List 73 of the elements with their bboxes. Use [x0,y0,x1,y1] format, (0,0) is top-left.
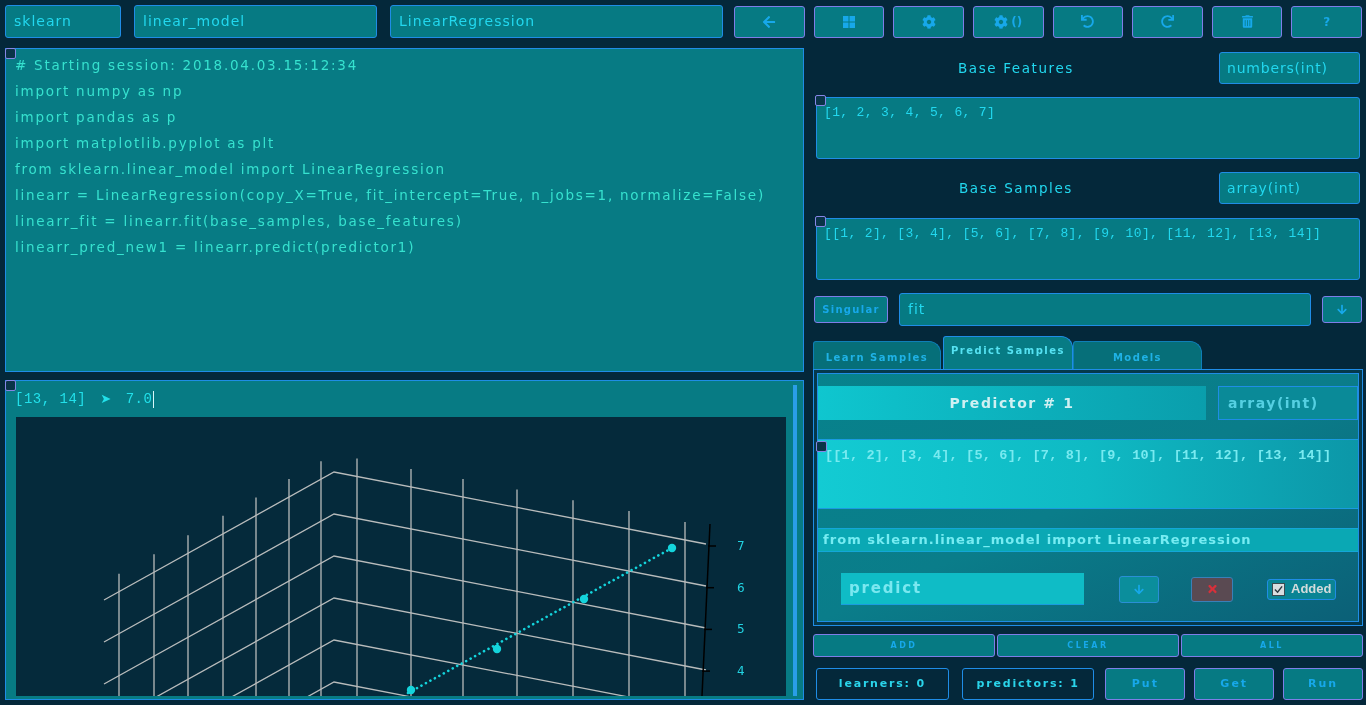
result-text: 7.0 [125,389,153,409]
square-handle-icon [815,216,826,227]
tab[interactable]: Learn Samples [813,341,941,369]
square-handle-icon [5,380,16,391]
back-button[interactable] [734,5,805,38]
axis-tick-label: 6 [737,580,745,595]
text-cursor [153,390,155,408]
axis-tick-label: 5 [737,622,745,637]
code-line: linearr_pred_new1 = linearr.predict(predictor1) [15,238,416,257]
type-field[interactable]: numbers(int) [1219,52,1360,84]
axis-tick-label: 4 [737,664,745,679]
type-field[interactable]: array(int) [1218,386,1358,420]
data-point [579,594,589,604]
run-control-button[interactable]: Put [1105,668,1186,700]
square-handle-icon [815,95,826,106]
code-line: linearr = LinearRegression(copy_X=True, fit_intercept=True, n_jobs=1, normalize=False) [15,186,765,205]
data-point [667,543,677,553]
action-button[interactable]: ALL [1181,634,1363,657]
result-arrow: ➤ [100,390,112,409]
down-arrow-icon [1337,304,1347,315]
square-handle-icon [816,441,827,452]
down-arrow-icon [1134,583,1144,595]
tab[interactable]: Models [1073,341,1202,369]
tab[interactable]: Predict Samples [943,336,1073,369]
settings-icon [921,14,936,29]
checkbox[interactable] [1272,582,1285,596]
trash-button[interactable] [1211,5,1283,38]
data-point [406,685,416,695]
values-field[interactable]: [1, 2, 3, 4, 5, 6, 7] [816,97,1360,159]
package-field[interactable]: sklearn [5,5,121,38]
scrollbar[interactable] [793,385,797,696]
code-line: import numpy as np [15,82,184,101]
redo-icon [1160,15,1174,28]
method-field[interactable]: predict [841,573,1084,605]
predictor-title: Predictor # 1 [818,386,1206,420]
values-field[interactable]: [[1, 2], [3, 4], [5, 6], [7, 8], [9, 10], [11, 12], [13, 14]] [816,218,1360,280]
added-checkbox[interactable]: Added [1267,578,1337,600]
code-line: linearr_fit = linearr.fit(base_samples, base_features) [15,212,463,231]
delete-icon [1241,15,1253,28]
values-field[interactable]: [[1, 2], [3, 4], [5, 6], [7, 8], [9, 10], [11, 12], [13, 14]] [818,439,1358,509]
undo-icon [1081,15,1095,28]
axis-tick-label: 7 [737,539,745,553]
run-control-button[interactable]: Get [1194,668,1275,700]
gear-button[interactable]: () [972,5,1044,38]
undo-button[interactable] [1052,5,1124,38]
class-field[interactable]: LinearRegression [390,5,723,38]
back-arrow-icon [762,14,777,29]
grid-icon [842,15,855,28]
code-line: import pandas as p [15,108,178,127]
section-label: Base Features [958,58,1074,78]
code-line: from sklearn.linear_model import LinearRegression [15,160,446,179]
type-field[interactable]: array(int) [1219,172,1360,204]
grid-button[interactable] [813,5,885,38]
help-button[interactable]: ? [1291,5,1362,38]
settings-icon [994,14,1009,29]
query-text: [13, 14] [15,389,87,409]
close-icon [1206,583,1218,595]
code-line: import matplotlib.pyplot as plt [15,134,275,153]
singular-button[interactable]: Singular [814,296,888,323]
action-button[interactable]: CLEAR [997,634,1179,657]
counter-label: predictors: 1 [961,668,1095,700]
section-label: Base Samples [959,178,1073,198]
action-button[interactable]: ADD [813,634,995,657]
run-control-button[interactable]: Run [1283,668,1363,700]
gear-button[interactable] [893,5,964,38]
code-line: # Starting session: 2018.04.03.15:12:34 [15,56,359,75]
counter-label: learners: 0 [816,668,949,700]
redo-button[interactable] [1132,5,1203,38]
data-point [492,644,502,654]
module-field[interactable]: linear_model [134,5,377,38]
method-field[interactable]: fit [899,293,1311,326]
check-icon [1274,584,1283,594]
square-handle-icon [5,48,16,59]
